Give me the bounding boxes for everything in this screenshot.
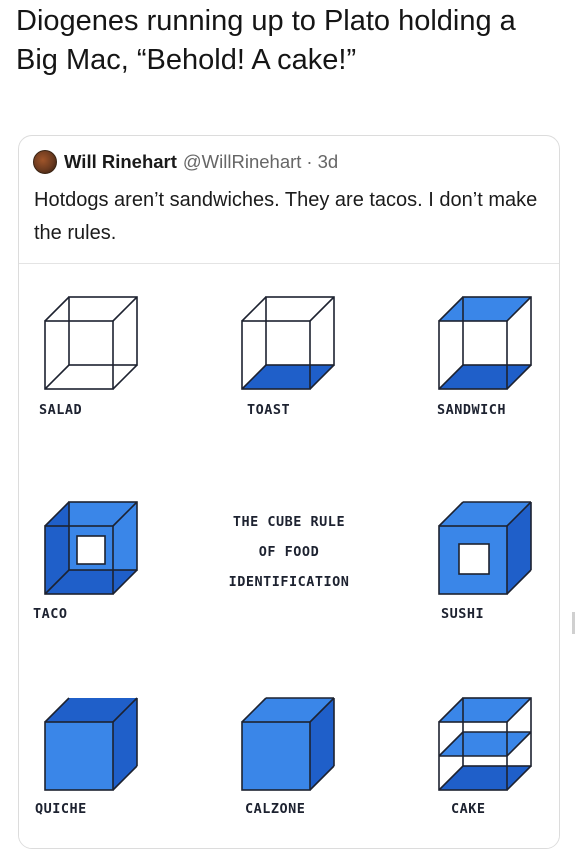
taco-cube-icon [44,501,138,595]
toast-cube-icon [241,296,335,390]
label-toast: TOAST [247,402,291,418]
profile-avatar-icon[interactable] [33,150,57,174]
tweet-header: Will Rinehart @WillRinehart · 3d [33,148,338,176]
salad-cube-icon [44,296,138,390]
title-line-2: OF FOOD [258,544,320,560]
author-handle[interactable]: @WillRinehart [183,151,302,173]
sushi-cube-icon [438,501,532,595]
label-taco: TACO [33,606,68,622]
title-line-1: THE CUBE RULE [232,514,346,530]
label-sushi: SUSHI [441,606,485,622]
sandwich-cube-icon [438,296,532,390]
quoted-tweet-card[interactable]: Will Rinehart @WillRinehart · 3d Hotdogs… [18,135,560,849]
quiche-cube-icon [44,697,138,791]
author-name[interactable]: Will Rinehart [64,151,177,173]
label-cake: CAKE [451,801,486,817]
tweet-text: Hotdogs aren’t sandwiches. They are taco… [34,189,538,244]
tweet-time[interactable]: 3d [318,151,339,173]
title-line-3: IDENTIFICATION [228,574,350,590]
separator-dot: · [306,151,313,172]
cube-rule-image[interactable]: SALAD TOAST SANDWICH TACO THE CUBE RULE … [19,263,559,848]
cube-rule-title: THE CUBE RULE OF FOOD IDENTIFICATION [189,507,389,597]
label-sandwich: SANDWICH [437,402,507,418]
calzone-cube-icon [241,697,335,791]
label-quiche: QUICHE [35,801,87,817]
cake-cube-icon [438,697,532,791]
meme-caption: Diogenes running up to Plato holding a B… [16,5,516,76]
label-calzone: CALZONE [245,801,306,817]
label-salad: SALAD [39,402,83,418]
